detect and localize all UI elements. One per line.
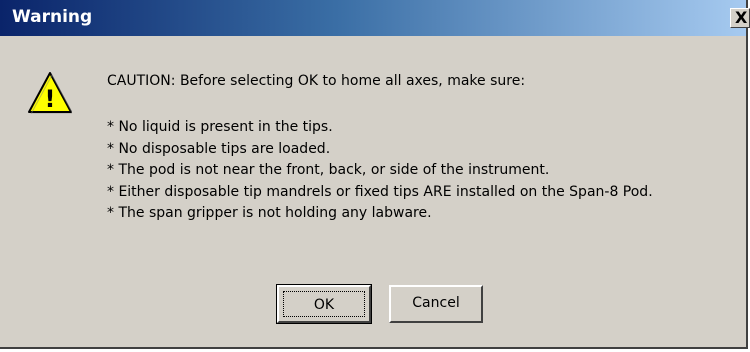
ok-button[interactable]: OK <box>276 284 372 324</box>
close-icon: X <box>735 8 748 27</box>
window-title: Warning <box>12 7 93 27</box>
warning-dialog: Warning X ! CAUTION: Before selecting OK… <box>0 0 750 349</box>
exclamation-mark: ! <box>45 85 56 113</box>
title-bar[interactable]: Warning X <box>0 0 750 36</box>
close-button[interactable]: X <box>730 8 750 28</box>
checklist: * No liquid is present in the tips. * No… <box>107 117 653 225</box>
checklist-item: * Either disposable tip mandrels or fixe… <box>107 183 653 200</box>
checklist-item: * The pod is not near the front, back, o… <box>107 162 550 178</box>
warning-icon: ! <box>28 72 72 114</box>
ok-button-label: OK <box>283 291 365 317</box>
checklist-item: * No liquid is present in the tips. <box>107 119 333 135</box>
checklist-item: * No disposable tips are loaded. <box>107 140 331 157</box>
cancel-button[interactable]: Cancel <box>389 285 483 323</box>
caution-text: CAUTION: Before selecting OK to home all… <box>107 73 526 89</box>
checklist-item: * The span gripper is not holding any la… <box>107 205 432 221</box>
